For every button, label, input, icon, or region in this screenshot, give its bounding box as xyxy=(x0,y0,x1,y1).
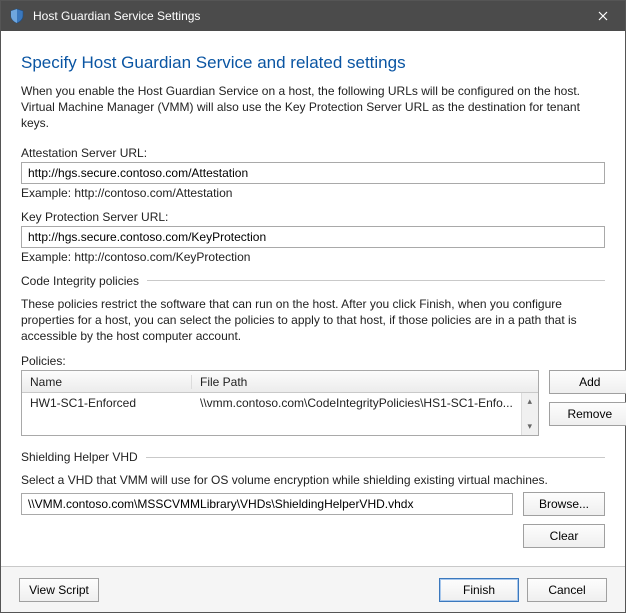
policies-label: Policies: xyxy=(21,354,605,368)
vhd-path-input[interactable] xyxy=(21,493,513,515)
col-name[interactable]: Name xyxy=(22,375,192,389)
intro-text: When you enable the Host Guardian Servic… xyxy=(21,83,605,132)
window-title: Host Guardian Service Settings xyxy=(33,9,581,23)
scroll-down-icon[interactable]: ▾ xyxy=(522,418,538,435)
close-button[interactable] xyxy=(581,1,625,31)
browse-button[interactable]: Browse... xyxy=(523,492,605,516)
scroll-up-icon[interactable]: ▴ xyxy=(522,393,538,410)
code-integrity-group: Code Integrity policies xyxy=(21,274,605,288)
divider xyxy=(146,457,605,458)
table-scrollbar[interactable]: ▴ ▾ xyxy=(521,393,538,435)
code-integrity-text: These policies restrict the software tha… xyxy=(21,296,605,345)
attestation-example: Example: http://contoso.com/Attestation xyxy=(21,186,605,200)
page-heading: Specify Host Guardian Service and relate… xyxy=(21,53,605,73)
shield-icon xyxy=(9,8,25,24)
table-row[interactable]: HW1-SC1-Enforced \\vmm.contoso.com\CodeI… xyxy=(22,393,538,413)
divider xyxy=(147,280,605,281)
cancel-button[interactable]: Cancel xyxy=(527,578,607,602)
view-script-button[interactable]: View Script xyxy=(19,578,99,602)
attestation-input[interactable] xyxy=(21,162,605,184)
shielding-text: Select a VHD that VMM will use for OS vo… xyxy=(21,472,605,488)
policies-header: Name File Path xyxy=(22,371,538,393)
dialog-footer: View Script Finish Cancel xyxy=(1,566,625,612)
cell-path: \\vmm.contoso.com\CodeIntegrityPolicies\… xyxy=(192,396,521,410)
shielding-group: Shielding Helper VHD xyxy=(21,450,605,464)
attestation-label: Attestation Server URL: xyxy=(21,146,605,160)
clear-button[interactable]: Clear xyxy=(523,524,605,548)
code-integrity-group-label: Code Integrity policies xyxy=(21,274,139,288)
keyprotection-label: Key Protection Server URL: xyxy=(21,210,605,224)
add-button[interactable]: Add xyxy=(549,370,626,394)
cell-name: HW1-SC1-Enforced xyxy=(22,396,192,410)
finish-button[interactable]: Finish xyxy=(439,578,519,602)
title-bar: Host Guardian Service Settings xyxy=(1,1,625,31)
dialog-content: Specify Host Guardian Service and relate… xyxy=(1,31,625,548)
remove-button[interactable]: Remove xyxy=(549,402,626,426)
policies-table[interactable]: Name File Path HW1-SC1-Enforced \\vmm.co… xyxy=(21,370,539,436)
keyprotection-example: Example: http://contoso.com/KeyProtectio… xyxy=(21,250,605,264)
keyprotection-input[interactable] xyxy=(21,226,605,248)
col-filepath[interactable]: File Path xyxy=(192,375,538,389)
shielding-group-label: Shielding Helper VHD xyxy=(21,450,138,464)
